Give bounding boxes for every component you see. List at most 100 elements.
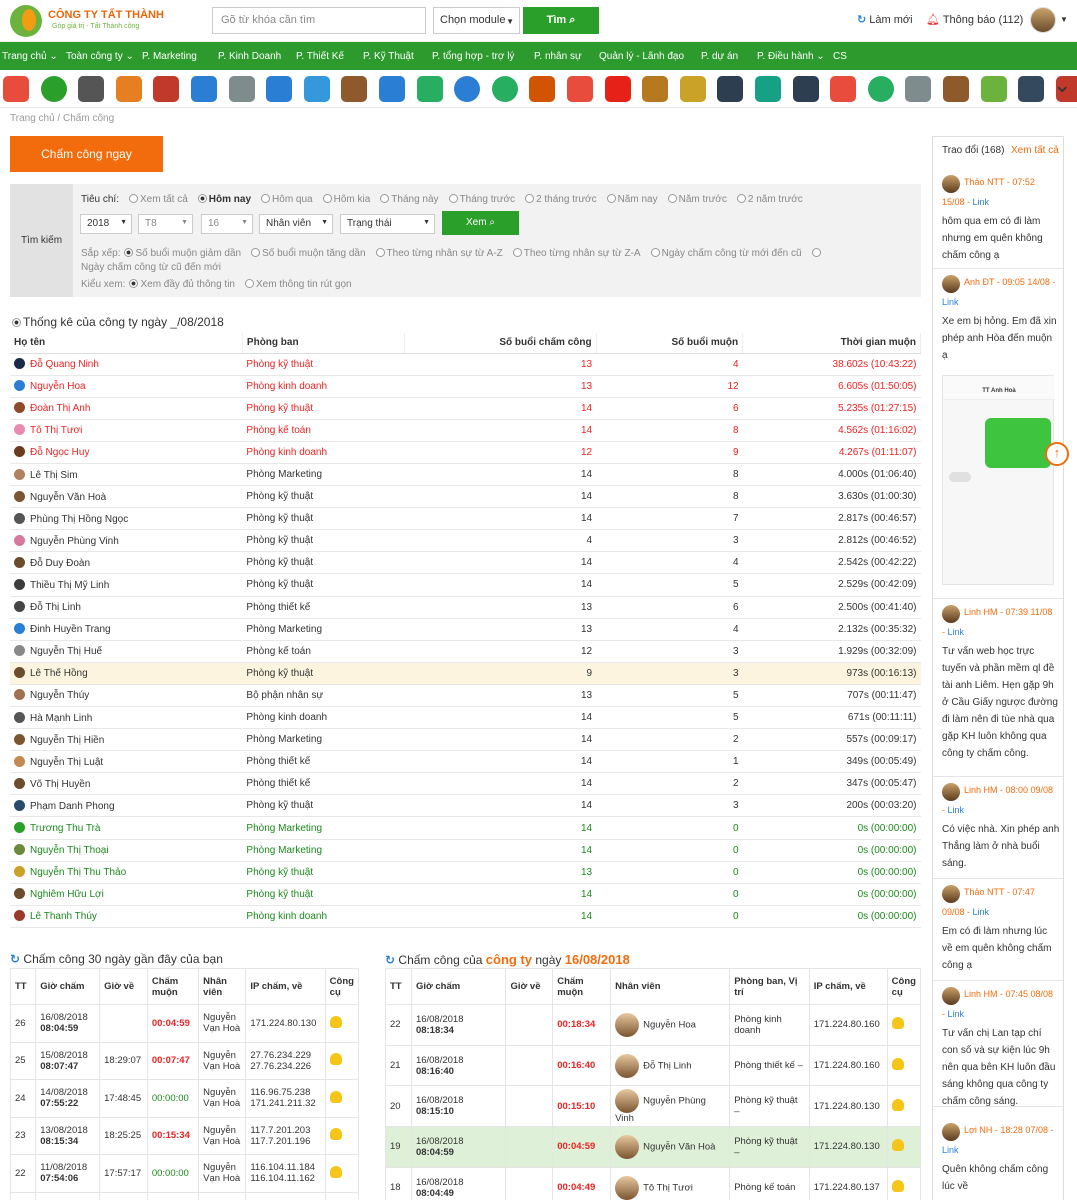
staff-cell[interactable]: Đỗ Thị Linh	[610, 1044, 731, 1087]
employee-name[interactable]: Đoàn Thị Anh	[30, 403, 90, 414]
stats-name-cell[interactable]: Võ Thị Huyền	[10, 772, 243, 796]
post-author[interactable]: Thảo NTT - 07:47	[964, 887, 1035, 897]
staff-cell[interactable]: Tô Thị Tươi	[610, 1166, 731, 1200]
view-button[interactable]: Xem ⌕	[442, 211, 519, 235]
refresh-icon[interactable]: ↻	[385, 953, 395, 967]
stats-col-header[interactable]: Họ tên	[10, 333, 243, 354]
employee-name[interactable]: Nguyễn Thị Hiền	[30, 735, 104, 746]
stats-name-cell[interactable]: Phạm Danh Phong	[10, 794, 243, 818]
staff-name[interactable]: Nguyễn Hoa	[643, 1019, 696, 1030]
nav-item-9[interactable]: P. dự án	[701, 51, 738, 62]
employee-name[interactable]: Thiều Thị Mỹ Linh	[30, 580, 109, 591]
stats-name-cell[interactable]: Lê Thanh Thúy	[10, 905, 243, 928]
see-all-link[interactable]: Xem tất cả	[1011, 145, 1059, 156]
module-select[interactable]: Chọn module ▼	[433, 7, 520, 34]
employee-name[interactable]: Lê Thế Hồng	[30, 668, 88, 679]
search-input[interactable]: Gõ từ khóa cần tìm	[212, 7, 426, 34]
comment-icon[interactable]	[329, 1128, 342, 1141]
employee-name[interactable]: Nguyễn Thị Huế	[30, 646, 102, 657]
stats-name-cell[interactable]: Nguyễn Thị Luật	[10, 750, 243, 774]
criteria-option-0[interactable]: Xem tất cả	[128, 194, 188, 205]
post-author[interactable]: Linh HM - 07:45 08/08	[964, 989, 1053, 999]
dollar-icon[interactable]	[491, 76, 518, 102]
stats-name-cell[interactable]: Trương Thu Trà	[10, 816, 243, 840]
calculator-icon[interactable]	[78, 76, 105, 102]
rocket-icon[interactable]	[115, 76, 142, 102]
employee-name[interactable]: Đỗ Duy Đoàn	[30, 558, 90, 569]
criteria-option-5[interactable]: Tháng trước	[448, 194, 515, 205]
post-author[interactable]: Lợi NH - 18:28 07/08 -	[964, 1125, 1053, 1135]
post-link[interactable]: Link	[948, 805, 965, 815]
post-author[interactable]: Linh HM - 08:00 09/08	[964, 785, 1053, 795]
employee-name[interactable]: Nguyễn Thúy	[30, 690, 89, 701]
cloud-icon[interactable]	[755, 76, 781, 102]
sort-option-3[interactable]: Theo từng nhân sự từ Z-A	[512, 248, 641, 259]
notification-button[interactable]: 🔔︎ Thông báo (112)	[926, 13, 1023, 26]
criteria-option-9[interactable]: 2 năm trước	[736, 194, 803, 205]
employee-name[interactable]: Nguyễn Thị Thoại	[30, 845, 109, 856]
nav-item-10[interactable]: P. Điều hành ⌄	[757, 51, 825, 62]
sort-option-2[interactable]: Theo từng nhân sự từ A-Z	[375, 248, 503, 259]
employee-name[interactable]: Đinh Huyền Trang	[30, 624, 111, 635]
stats-name-cell[interactable]: Đỗ Quang Ninh	[10, 353, 243, 376]
chevron-down-icon[interactable]: ▼	[1060, 15, 1068, 24]
sort-option-1[interactable]: Số buổi muộn tăng dần	[251, 248, 366, 259]
stats-name-cell[interactable]: Đỗ Ngọc Huy	[10, 441, 243, 464]
stats-col-header[interactable]: Số buổi muộn	[596, 333, 744, 354]
search-user-icon[interactable]	[228, 76, 255, 102]
criteria-option-4[interactable]: Tháng này	[380, 194, 439, 205]
nav-item-5[interactable]: P. Kỹ Thuật	[363, 51, 414, 62]
post-link[interactable]: Link	[973, 907, 990, 917]
employee-name[interactable]: Đỗ Thị Linh	[30, 602, 81, 613]
employee-name[interactable]: Nguyễn Thị Luật	[30, 757, 103, 768]
chat-screenshot[interactable]: TT Anh Hoà	[942, 375, 1055, 585]
staff-name[interactable]: Nguyễn Văn Hoà	[643, 1141, 715, 1152]
stats-name-cell[interactable]: Nguyễn Văn Hoà	[10, 485, 243, 509]
stats-name-cell[interactable]: Hà Mạnh Linh	[10, 706, 243, 730]
stats-name-cell[interactable]: Nguyễn Thị Thoại	[10, 839, 243, 862]
stats-col-header[interactable]: Thời gian muộn	[742, 333, 921, 354]
stats-name-cell[interactable]: Lê Thế Hồng	[10, 662, 243, 685]
post-author[interactable]: Anh ĐT - 09:05 14/08 -	[964, 277, 1055, 287]
comment-icon[interactable]	[891, 1139, 904, 1152]
refresh-button[interactable]: ↻ Làm mới	[857, 13, 913, 26]
stats-name-cell[interactable]: Nguyễn Hoa	[10, 375, 243, 398]
stats-name-cell[interactable]: Đoàn Thị Anh	[10, 397, 243, 420]
employee-name[interactable]: Đỗ Quang Ninh	[30, 359, 99, 370]
staff-cell[interactable]: Nguyễn Hoa	[610, 1004, 731, 1046]
user-avatar[interactable]	[1030, 7, 1056, 33]
time-icon[interactable]	[867, 76, 894, 102]
paperclip-icon[interactable]	[379, 76, 405, 102]
avatar[interactable]	[942, 783, 960, 801]
employee-name[interactable]: Đỗ Ngọc Huy	[30, 447, 89, 458]
flag-icon[interactable]	[830, 76, 857, 102]
news-icon[interactable]	[341, 76, 368, 102]
stats-name-cell[interactable]: Đỗ Thị Linh	[10, 596, 243, 619]
nav-item-11[interactable]: CS	[833, 51, 847, 62]
criteria-option-2[interactable]: Hôm qua	[261, 194, 313, 205]
nav-item-2[interactable]: P. Marketing	[142, 51, 197, 62]
chair-icon[interactable]	[529, 76, 556, 102]
post-author[interactable]: Thảo NTT - 07:52	[964, 177, 1035, 187]
comment-icon[interactable]	[329, 1090, 342, 1103]
status-select[interactable]: Trạng thái ▼	[340, 214, 435, 234]
comment-icon[interactable]	[891, 1180, 904, 1193]
year-select[interactable]: 2018 ▼	[80, 214, 132, 234]
sort-option-4[interactable]: Ngày chấm công từ mới đến cũ	[650, 248, 802, 259]
stats-name-cell[interactable]: Nguyễn Phùng Vinh	[10, 529, 243, 553]
staff-name[interactable]: Tô Thị Tươi	[643, 1182, 693, 1193]
post-link[interactable]: Link	[948, 1009, 965, 1019]
checkin-now-button[interactable]: Chấm công ngay	[10, 136, 163, 172]
criteria-option-1[interactable]: Hôm nay	[197, 194, 251, 205]
employee-name[interactable]: Nghiêm Hữu Lợi	[30, 889, 104, 900]
globe-icon[interactable]	[792, 76, 819, 102]
nav-item-3[interactable]: P. Kinh Doanh	[218, 51, 281, 62]
employee-name[interactable]: Tô Thị Tươi	[30, 425, 82, 436]
nav-item-1[interactable]: Toàn công ty ⌄	[66, 51, 134, 62]
nav-item-7[interactable]: P. nhân sự	[534, 51, 582, 62]
employee-name[interactable]: Trương Thu Trà	[30, 823, 101, 834]
stats-name-cell[interactable]: Đỗ Duy Đoàn	[10, 551, 243, 575]
avatar[interactable]	[942, 175, 960, 193]
stats-name-cell[interactable]: Phùng Thị Hồng Ngọc	[10, 507, 243, 531]
avatar[interactable]	[942, 885, 960, 903]
